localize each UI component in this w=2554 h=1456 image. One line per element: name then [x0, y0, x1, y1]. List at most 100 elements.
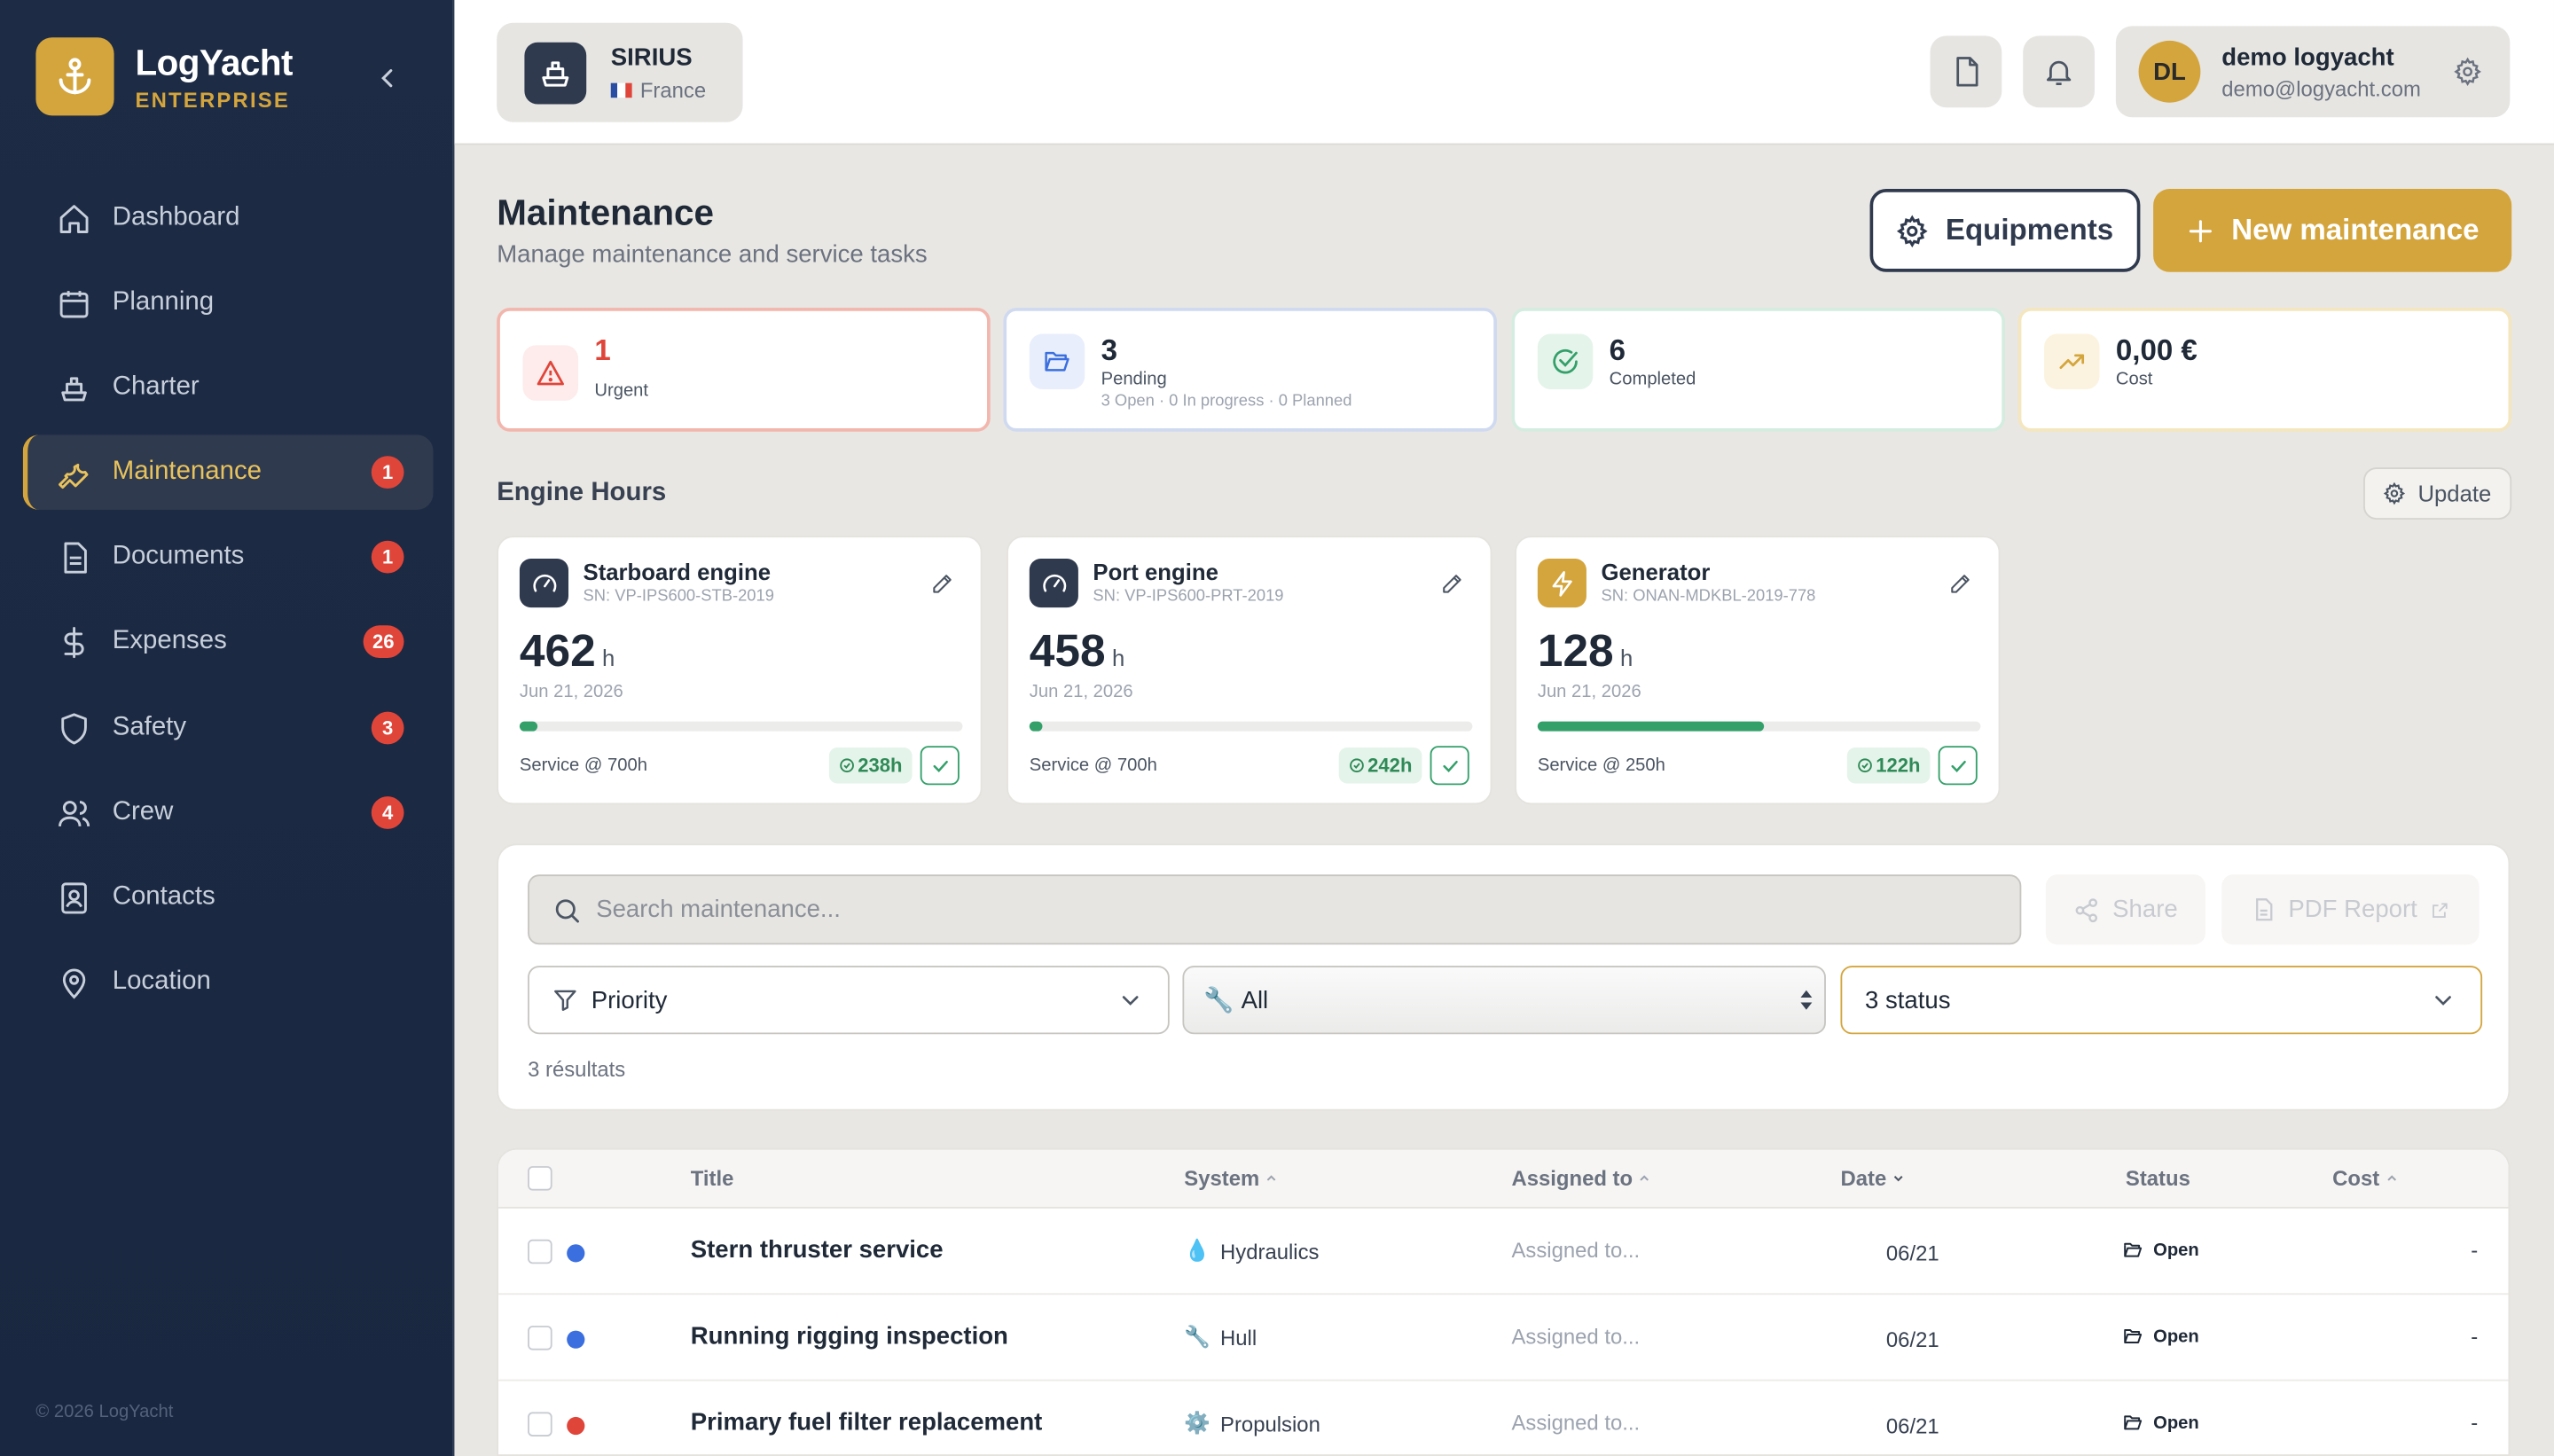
stat-label: Cost — [2115, 369, 2153, 389]
stat-cost[interactable]: 0,00 € Cost — [2017, 308, 2512, 432]
share-button[interactable]: Share — [2045, 874, 2205, 945]
row-assignee[interactable]: Assigned to... — [1511, 1411, 1640, 1436]
trending-up-icon — [2044, 333, 2100, 389]
table-row[interactable]: Primary fuel filter replacement ⚙️ Propul… — [498, 1382, 2508, 1455]
plus-icon — [2189, 219, 2212, 242]
stat-label: Pending — [1101, 369, 1167, 389]
row-title: Primary fuel filter replacement — [690, 1408, 1043, 1436]
sidebar-item-safety[interactable]: Safety 3 — [23, 691, 434, 765]
pencil-icon[interactable] — [1948, 572, 1973, 597]
status-filter[interactable]: 3 status — [1840, 966, 2483, 1035]
row-checkbox[interactable] — [528, 1326, 552, 1350]
sidebar-item-expenses[interactable]: Expenses 26 — [23, 604, 434, 678]
gear-icon: ⚙️ — [1184, 1410, 1211, 1436]
engine-serial: SN: VP-IPS600-STB-2019 — [583, 588, 774, 607]
row-date: 06/21 — [1885, 1413, 1939, 1438]
stat-pending[interactable]: 3 Pending 3 Open · 0 In progress · 0 Pla… — [1003, 308, 1497, 432]
sidebar-item-location[interactable]: Location — [23, 944, 434, 1019]
status-filter-value: 3 status — [1865, 986, 1951, 1014]
priority-filter[interactable]: Priority — [528, 966, 1170, 1035]
row-title: Running rigging inspection — [690, 1322, 1008, 1350]
check-icon — [1950, 760, 1965, 772]
shield-icon — [55, 710, 90, 746]
file-icon — [1956, 57, 1978, 87]
update-hours-button[interactable]: Update — [2363, 467, 2512, 520]
remaining-hours-badge: 238h — [828, 748, 913, 784]
column-date[interactable]: Date — [1840, 1166, 1906, 1191]
sidebar-item-contacts[interactable]: Contacts — [23, 860, 434, 935]
column-assigned[interactable]: Assigned to — [1511, 1166, 1652, 1191]
equipments-button[interactable]: Equipments — [1869, 189, 2141, 272]
mark-serviced-button[interactable] — [1430, 746, 1469, 786]
documents-button[interactable] — [1930, 35, 2002, 108]
sidebar-item-documents[interactable]: Documents 1 — [23, 520, 434, 594]
stat-completed[interactable]: 6 Completed — [1511, 308, 2005, 432]
folder-open-icon — [1029, 333, 1085, 389]
user-menu[interactable]: DL demo logyacht demo@logyacht.com — [2115, 26, 2511, 118]
row-status: Open — [2122, 1240, 2199, 1261]
sidebar-item-charter[interactable]: Charter — [23, 350, 434, 425]
app-name: LogYacht — [135, 42, 293, 83]
bell-icon — [2046, 60, 2072, 85]
share-label: Share — [2112, 896, 2178, 924]
app-edition: ENTERPRISE — [135, 88, 291, 113]
engine-hours-title: Engine Hours — [497, 478, 667, 507]
priority-filter-label: Priority — [591, 986, 668, 1014]
avatar: DL — [2138, 40, 2201, 103]
remaining-hours-badge: 242h — [1338, 748, 1422, 784]
mark-serviced-button[interactable] — [1938, 746, 1978, 786]
system-filter-select[interactable]: 🔧 All — [1182, 966, 1826, 1035]
clock-check-icon — [1349, 758, 1364, 773]
pencil-icon[interactable] — [1440, 572, 1465, 597]
calendar-icon — [55, 285, 90, 320]
app-root: LogYacht ENTERPRISE Dashboard Planning C… — [0, 0, 2554, 1456]
row-checkbox[interactable] — [528, 1412, 552, 1436]
column-title[interactable]: Title — [691, 1166, 734, 1191]
column-status[interactable]: Status — [2126, 1166, 2190, 1191]
external-link-icon — [2433, 902, 2448, 918]
engine-card-starboard: Starboard engine SN: VP-IPS600-STB-2019 … — [497, 536, 983, 805]
sidebar-item-dashboard[interactable]: Dashboard — [23, 181, 434, 255]
row-date: 06/21 — [1885, 1241, 1939, 1266]
clock-check-icon — [1857, 758, 1872, 773]
row-assignee[interactable]: Assigned to... — [1511, 1238, 1640, 1263]
sidebar-item-label: Dashboard — [112, 203, 240, 231]
user-email: demo@logyacht.com — [2221, 76, 2421, 101]
document-icon — [55, 539, 90, 575]
update-label: Update — [2417, 480, 2492, 507]
chevron-left-icon — [381, 69, 393, 88]
row-assignee[interactable]: Assigned to... — [1511, 1324, 1640, 1349]
stat-value: 1 — [594, 333, 611, 367]
table-row[interactable]: Running rigging inspection 🔧 Hull Assigne… — [498, 1295, 2509, 1382]
row-status: Open — [2122, 1326, 2199, 1347]
column-cost[interactable]: Cost — [2332, 1166, 2399, 1191]
pdf-report-button[interactable]: PDF Report — [2221, 874, 2480, 945]
lightning-icon — [1537, 558, 1586, 608]
priority-dot — [567, 1416, 585, 1436]
row-checkbox[interactable] — [528, 1239, 552, 1264]
sidebar-item-planning[interactable]: Planning — [23, 265, 434, 340]
yacht-selector[interactable]: SIRIUS France — [497, 22, 743, 122]
sidebar-item-label: Contacts — [112, 882, 215, 911]
pencil-icon[interactable] — [930, 572, 955, 597]
sidebar-item-crew[interactable]: Crew 4 — [23, 775, 434, 849]
search-box[interactable]: Search maintenance... — [528, 874, 2022, 945]
gauge-icon — [519, 558, 569, 608]
engine-date: Jun 21, 2026 — [1537, 682, 1641, 702]
gear-icon — [1897, 214, 1929, 247]
sidebar-item-maintenance[interactable]: Maintenance 1 — [22, 434, 434, 510]
notifications-button[interactable] — [2023, 35, 2095, 108]
mark-serviced-button[interactable] — [920, 746, 960, 786]
search-icon — [555, 899, 579, 923]
stat-urgent[interactable]: 1 Urgent — [497, 308, 991, 432]
row-status: Open — [2122, 1412, 2199, 1433]
collapse-sidebar-button[interactable] — [368, 59, 407, 98]
new-maintenance-button[interactable]: New maintenance — [2153, 189, 2512, 272]
engine-name: Generator — [1601, 558, 1711, 585]
search-input[interactable]: Search maintenance... — [596, 896, 841, 923]
select-all-checkbox[interactable] — [528, 1166, 552, 1191]
sort-up-icon — [2387, 1175, 2396, 1181]
column-system[interactable]: System — [1184, 1166, 1279, 1191]
table-row[interactable]: Stern thruster service 💧 Hydraulics Assig… — [498, 1209, 2509, 1296]
sidebar-item-label: Documents — [112, 542, 245, 570]
